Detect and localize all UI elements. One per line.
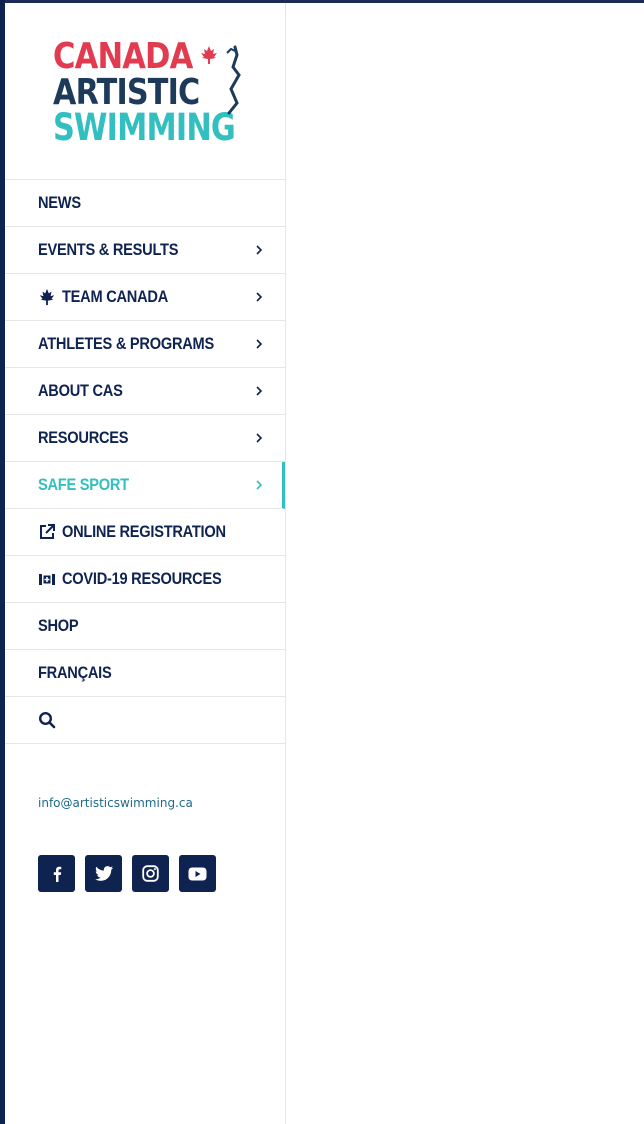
logo-line-canada: CANADA: [53, 36, 193, 77]
nav-item-label: SHOP: [38, 616, 79, 635]
chevron-right-icon: [256, 339, 263, 349]
chevron-right-icon: [256, 245, 263, 255]
external-link-icon: [40, 524, 55, 539]
youtube-icon: [188, 867, 207, 880]
chevron-right-icon: [256, 292, 263, 302]
nav-item-francais[interactable]: FRANÇAIS: [5, 650, 285, 697]
instagram-link[interactable]: [132, 855, 169, 892]
nav-item-athletes-programs[interactable]: ATHLETES & PROGRAMS: [5, 321, 285, 368]
nav-item-label: FRANÇAIS: [38, 663, 112, 682]
nav-item-shop[interactable]: SHOP: [5, 603, 285, 650]
facebook-link[interactable]: [38, 855, 75, 892]
nav-item-label: TEAM CANADA: [62, 287, 168, 306]
twitter-icon: [94, 866, 113, 881]
nav-item-search[interactable]: [5, 697, 285, 744]
nav-item-online-registration[interactable]: ONLINE REGISTRATION: [5, 509, 285, 556]
nav-item-safe-sport[interactable]: SAFE SPORT: [5, 462, 285, 509]
instagram-icon: [142, 865, 159, 882]
page: CANADA ARTISTIC SWIMMING NEWS EVENTS & R…: [0, 0, 644, 1124]
youtube-link[interactable]: [179, 855, 216, 892]
nav-item-news[interactable]: NEWS: [5, 180, 285, 227]
main-content-area: [286, 3, 644, 1124]
nav-item-label: RESOURCES: [38, 428, 129, 447]
twitter-link[interactable]: [85, 855, 122, 892]
logo-line-swimming: SWIMMING: [53, 106, 236, 149]
nav-item-events-results[interactable]: EVENTS & RESULTS: [5, 227, 285, 274]
nav-item-team-canada[interactable]: TEAM CANADA: [5, 274, 285, 321]
search-icon[interactable]: [38, 711, 56, 729]
main-nav: NEWS EVENTS & RESULTS TEAM CANADA ATHLET…: [5, 180, 285, 744]
nav-item-resources[interactable]: RESOURCES: [5, 415, 285, 462]
contact-email-link[interactable]: info@artisticswimming.ca: [38, 796, 193, 810]
facebook-icon: [53, 866, 61, 882]
canada-artistic-swimming-logo[interactable]: CANADA ARTISTIC SWIMMING: [53, 33, 249, 149]
chevron-right-icon: [256, 386, 263, 396]
first-aid-kit-icon: [39, 574, 55, 585]
nav-item-label: COVID-19 RESOURCES: [62, 569, 222, 588]
nav-item-label: ATHLETES & PROGRAMS: [38, 334, 214, 353]
nav-item-label: NEWS: [38, 193, 81, 212]
nav-item-label: ONLINE REGISTRATION: [62, 522, 226, 541]
nav-item-label: EVENTS & RESULTS: [38, 240, 179, 259]
nav-item-covid-resources[interactable]: COVID-19 RESOURCES: [5, 556, 285, 603]
nav-item-label: SAFE SPORT: [38, 475, 129, 494]
chevron-right-icon: [256, 433, 263, 443]
chevron-right-icon: [256, 480, 263, 490]
maple-leaf-icon: [39, 288, 55, 306]
logo-area: CANADA ARTISTIC SWIMMING: [5, 3, 285, 180]
nav-item-label: ABOUT CAS: [38, 381, 123, 400]
maple-leaf-logo-icon: [201, 46, 217, 64]
side-navigation-panel: CANADA ARTISTIC SWIMMING NEWS EVENTS & R…: [5, 3, 286, 1124]
social-links: [38, 855, 216, 892]
nav-item-about-cas[interactable]: ABOUT CAS: [5, 368, 285, 415]
